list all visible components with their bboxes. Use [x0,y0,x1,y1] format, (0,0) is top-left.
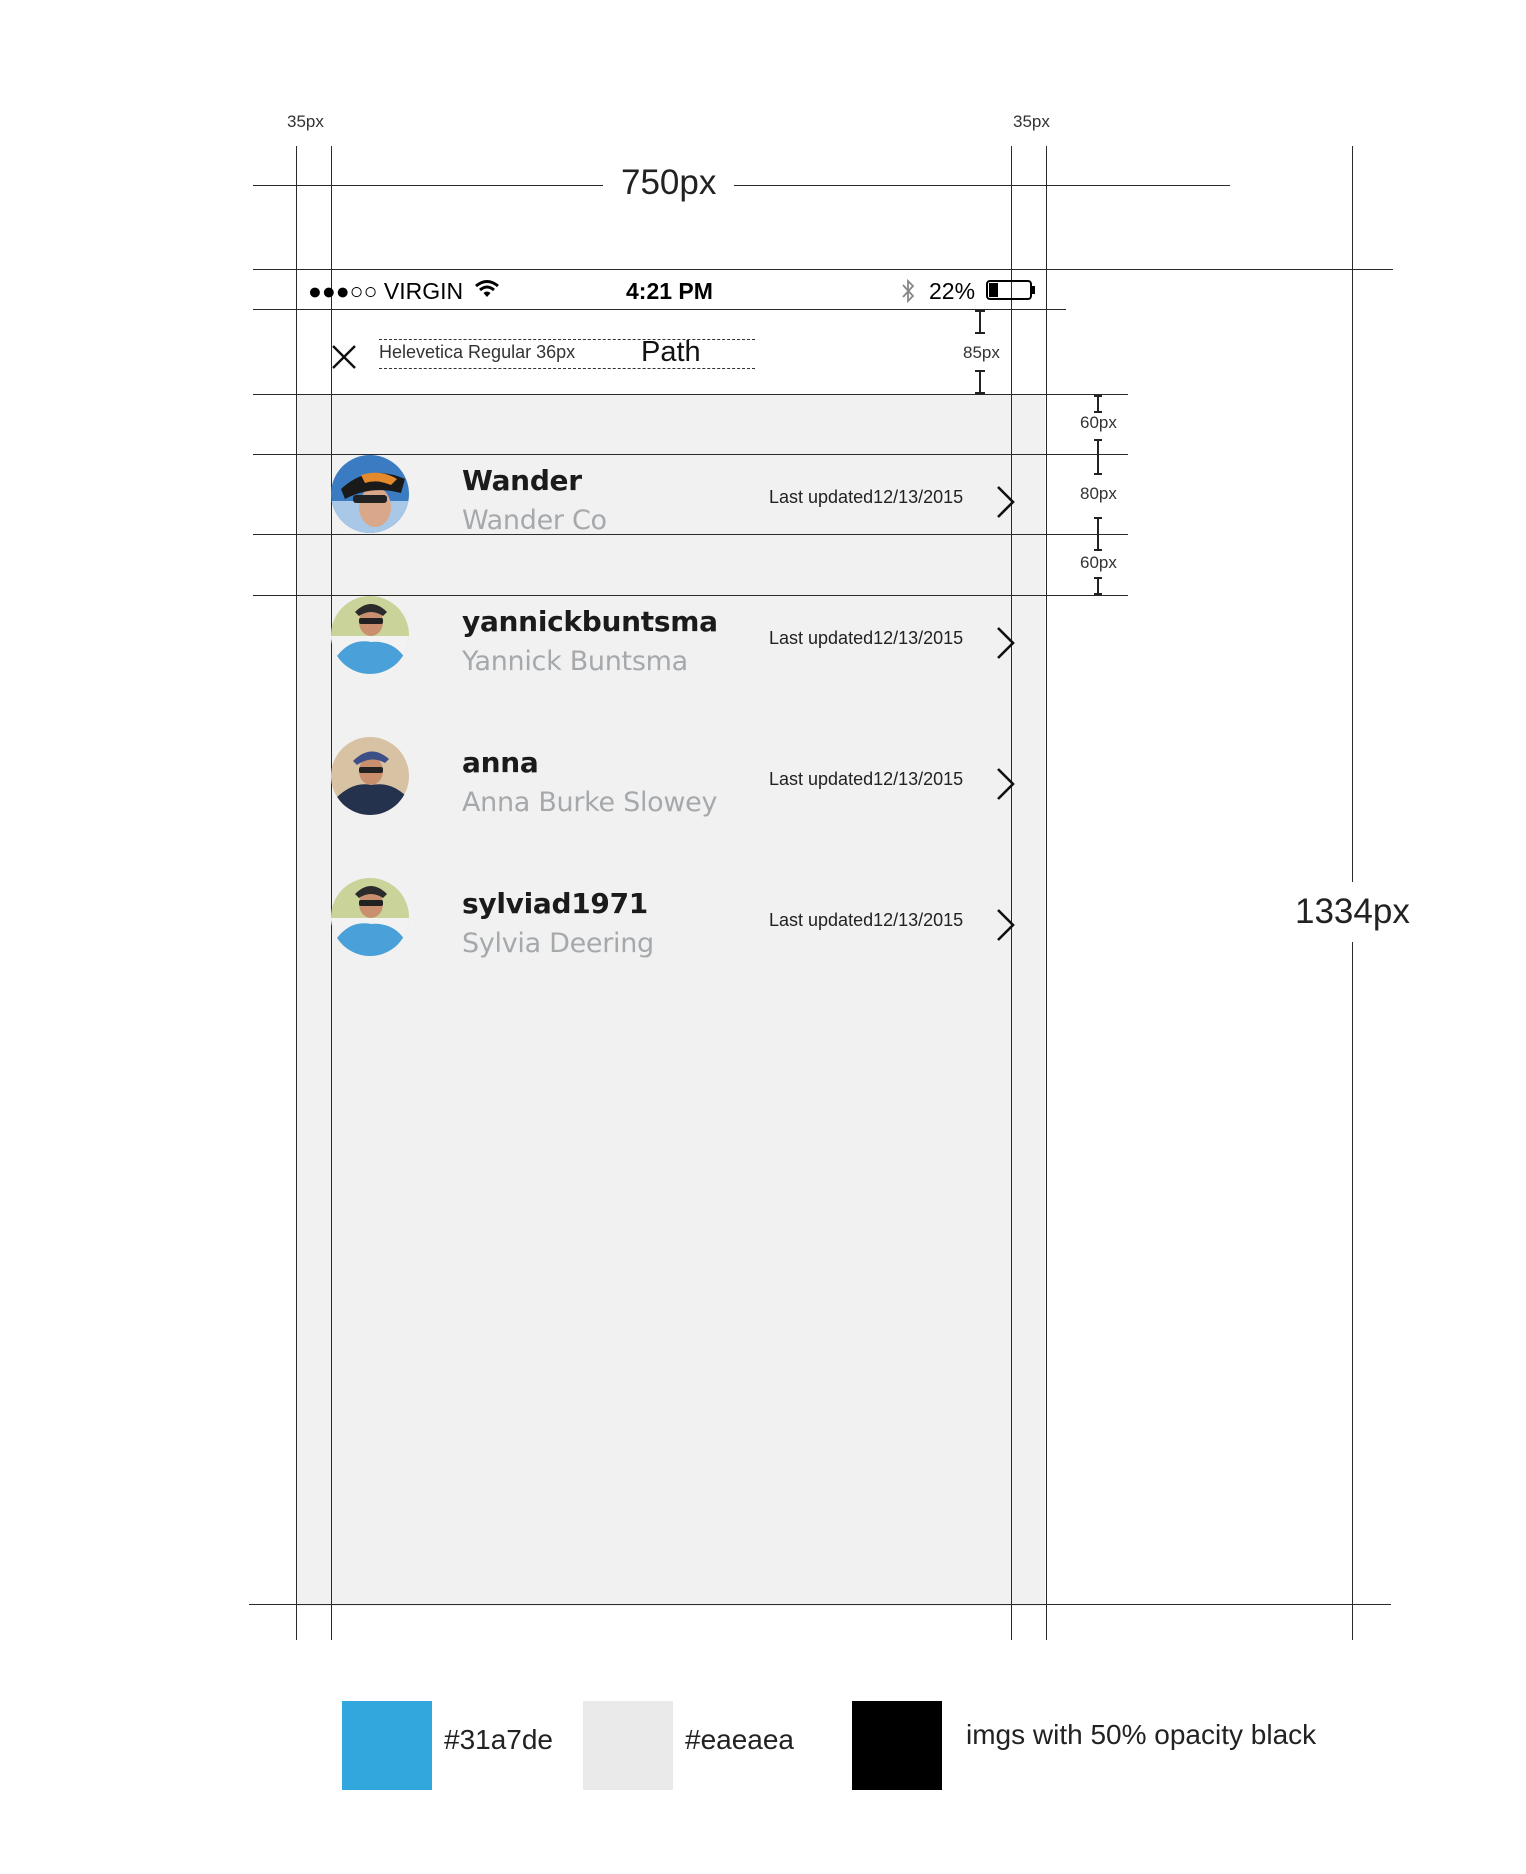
guide-right-edge [1046,146,1047,1640]
avatar [331,455,409,533]
fullname: Yannick Buntsma [462,646,688,677]
swatch-gray [583,1701,673,1790]
swatch-blue-label: #31a7de [444,1724,554,1755]
page-title: Path [641,336,701,368]
list-item[interactable]: Wander Wander Co Last updated12/13/2015 [296,455,1045,555]
guide-top-edge [253,269,1393,270]
font-annotation-label: Helevetica Regular 36px [379,342,576,362]
guide-header-bottom [253,394,1128,395]
bluetooth-icon [902,278,915,304]
username: Wander [462,464,582,497]
swatch-gray-label: #eaeaea [685,1724,795,1755]
list-item[interactable]: sylviad1971 Sylvia Deering Last updated1… [296,878,1045,978]
guide-bottom-edge [249,1604,1391,1605]
list-background [296,395,1045,1606]
guide-statusbar-bottom [253,309,1066,310]
swatch-black-label: imgs with 50% opacity black [966,1719,1317,1750]
fullname: Anna Burke Slowey [462,787,718,818]
fullname: Sylvia Deering [462,928,654,959]
avatar [331,737,409,815]
chevron-right-icon[interactable] [994,485,1016,519]
swatch-blue [342,1701,432,1790]
avatar [331,596,409,674]
width-label: 750px [603,163,735,203]
header-height-arrows [975,310,985,394]
fullname: Wander Co [462,505,607,536]
guide-width-dimension [253,185,1230,186]
last-updated: Last updated12/13/2015 [769,628,964,648]
username: yannickbuntsma [462,605,718,638]
wifi-icon [475,280,499,297]
close-icon[interactable] [331,344,357,370]
margin-right-label: 35px [1013,112,1050,131]
clock-label: 4:21 PM [626,278,713,304]
list-item[interactable]: anna Anna Burke Slowey Last updated12/13… [296,737,1045,837]
height-label: 1334px [1293,882,1412,942]
username: anna [462,746,539,779]
swatch-black [852,1701,942,1790]
chevron-right-icon[interactable] [994,767,1016,801]
battery-percent: 22% [929,278,976,304]
chevron-right-icon[interactable] [994,626,1016,660]
carrier-label: ●●●○○ VIRGIN [308,278,464,304]
username: sylviad1971 [462,887,648,920]
battery-icon [986,280,1035,300]
last-updated: Last updated12/13/2015 [769,769,964,789]
chevron-right-icon[interactable] [994,908,1016,942]
list-item[interactable]: yannickbuntsma Yannick Buntsma Last upda… [296,596,1045,696]
avatar [331,878,409,956]
last-updated: Last updated12/13/2015 [769,910,964,930]
spacing-arrows [1094,395,1102,595]
margin-left-label: 35px [287,112,324,131]
last-updated: Last updated12/13/2015 [769,487,964,507]
